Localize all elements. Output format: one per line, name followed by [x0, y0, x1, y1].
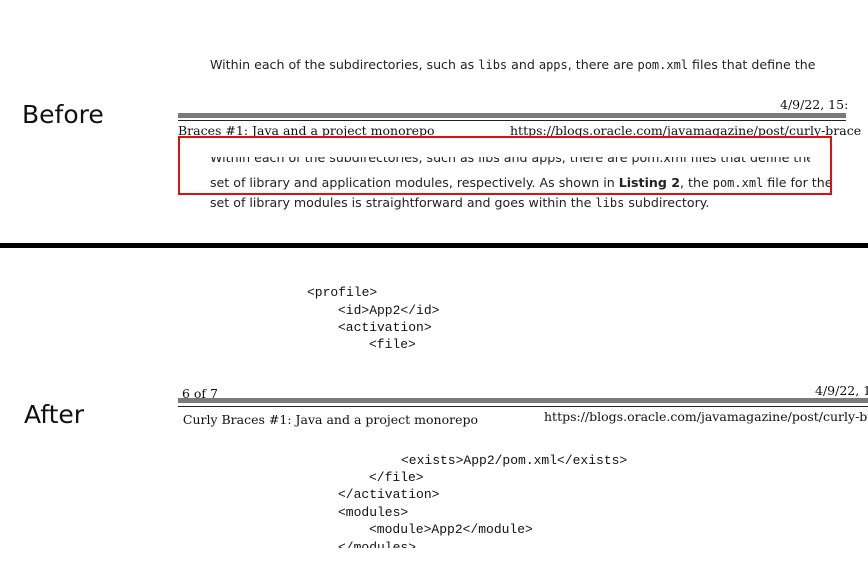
paragraph-line: set of library modules is straightforwar… — [210, 195, 709, 210]
code-line: <file> — [369, 337, 416, 352]
text-run: , there are — [567, 57, 638, 72]
code-line: <id>App2</id> — [338, 303, 440, 318]
code-line-container: </modules> — [338, 540, 458, 548]
paragraph-line: Within each of the subdirectories, such … — [210, 57, 815, 72]
page-header-title-container: Curly Braces #1: Java and a project mono… — [178, 409, 478, 427]
code-apps: apps — [538, 58, 568, 72]
page-header-title: Curly Braces #1: Java and a project mono… — [182, 412, 478, 427]
text-run: set of library modules is straightforwar… — [210, 195, 596, 210]
section-divider — [0, 243, 868, 248]
text-run: subdirectory. — [624, 195, 710, 210]
page-break-line — [178, 406, 868, 407]
code-line: </file> — [369, 470, 424, 485]
code-line: <activation> — [338, 320, 432, 335]
code-libs: libs — [595, 196, 625, 210]
after-label: After — [24, 400, 85, 429]
code-line: <profile> — [307, 285, 378, 300]
code-line: </activation> — [338, 487, 440, 502]
before-label: Before — [22, 100, 104, 129]
text-run: files that define the — [688, 57, 816, 72]
text-run: and — [507, 57, 539, 72]
code-line: <exists>App2/pom.xml</exists> — [401, 453, 628, 468]
page-break-bar — [178, 398, 868, 403]
code-line: </modules> — [338, 540, 417, 548]
code-pom: pom.xml — [637, 58, 689, 72]
page-header-url: https://blogs.oracle.com/javamagazine/po… — [544, 409, 868, 424]
page-footer-container: 6 of 7 — [178, 383, 218, 399]
page-break-line — [178, 120, 846, 121]
page-break-bar — [178, 113, 846, 118]
code-libs: libs — [478, 58, 508, 72]
page-date: 4/9/22, 1 — [815, 383, 868, 398]
highlight-box — [178, 136, 832, 195]
code-line: <modules> — [338, 505, 409, 520]
text-run: Within each of the subdirectories, such … — [210, 57, 479, 72]
page-date: 4/9/22, 15: — [780, 97, 849, 112]
code-line: <module>App2</module> — [369, 522, 533, 537]
